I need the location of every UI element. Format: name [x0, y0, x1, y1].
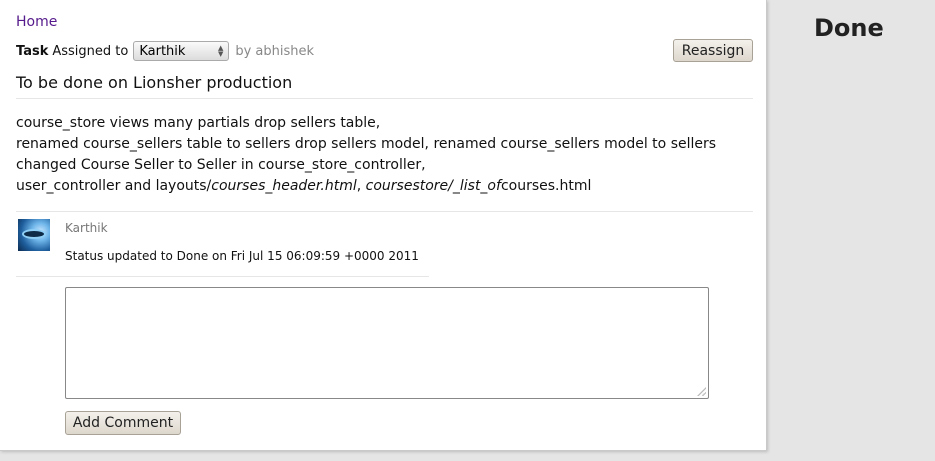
description-line: course_store views many partials drop se… — [16, 115, 381, 131]
description-text: courses.html — [500, 178, 592, 194]
assignee-selected-value: Karthik — [139, 43, 186, 59]
comment-text: Status updated to Done on Fri Jul 15 06:… — [65, 249, 419, 263]
comment-textarea[interactable] — [65, 287, 709, 399]
created-by-text: by abhishek — [235, 43, 315, 59]
description-line: user_controller and layouts/courses_head… — [16, 176, 716, 197]
description-divider — [16, 211, 753, 212]
comment-divider — [16, 276, 429, 277]
up-down-arrows-icon: ▲ ▼ — [217, 44, 224, 58]
task-title: To be done on Lionsher production — [16, 73, 293, 92]
reassign-button[interactable]: Reassign — [673, 39, 753, 62]
task-assignment-row: Task Assigned to Karthik ▲ ▼ by abhishek — [16, 40, 314, 62]
description-text: , — [356, 178, 366, 194]
resize-grip-icon[interactable] — [697, 387, 706, 396]
description-italic-text: coursestore/_list_of — [365, 178, 501, 194]
comment-author: Karthik — [65, 221, 108, 235]
task-description: course_store views many partials drop se… — [16, 113, 716, 197]
assigned-to-label: Assigned to — [52, 43, 129, 59]
home-link[interactable]: Home — [16, 14, 57, 30]
description-text: user_controller and layouts/ — [16, 178, 212, 194]
status-heading: Done — [814, 14, 884, 42]
user-avatar-image — [18, 219, 50, 251]
description-line: changed Course Seller to Seller in cours… — [16, 157, 426, 173]
assignee-select[interactable]: Karthik ▲ ▼ — [133, 41, 230, 61]
add-comment-button[interactable]: Add Comment — [65, 411, 181, 435]
task-label: Task — [16, 43, 49, 59]
title-divider — [16, 98, 753, 99]
description-italic-text: courses_header.html — [211, 178, 357, 194]
description-line: renamed course_sellers table to sellers … — [16, 136, 717, 152]
